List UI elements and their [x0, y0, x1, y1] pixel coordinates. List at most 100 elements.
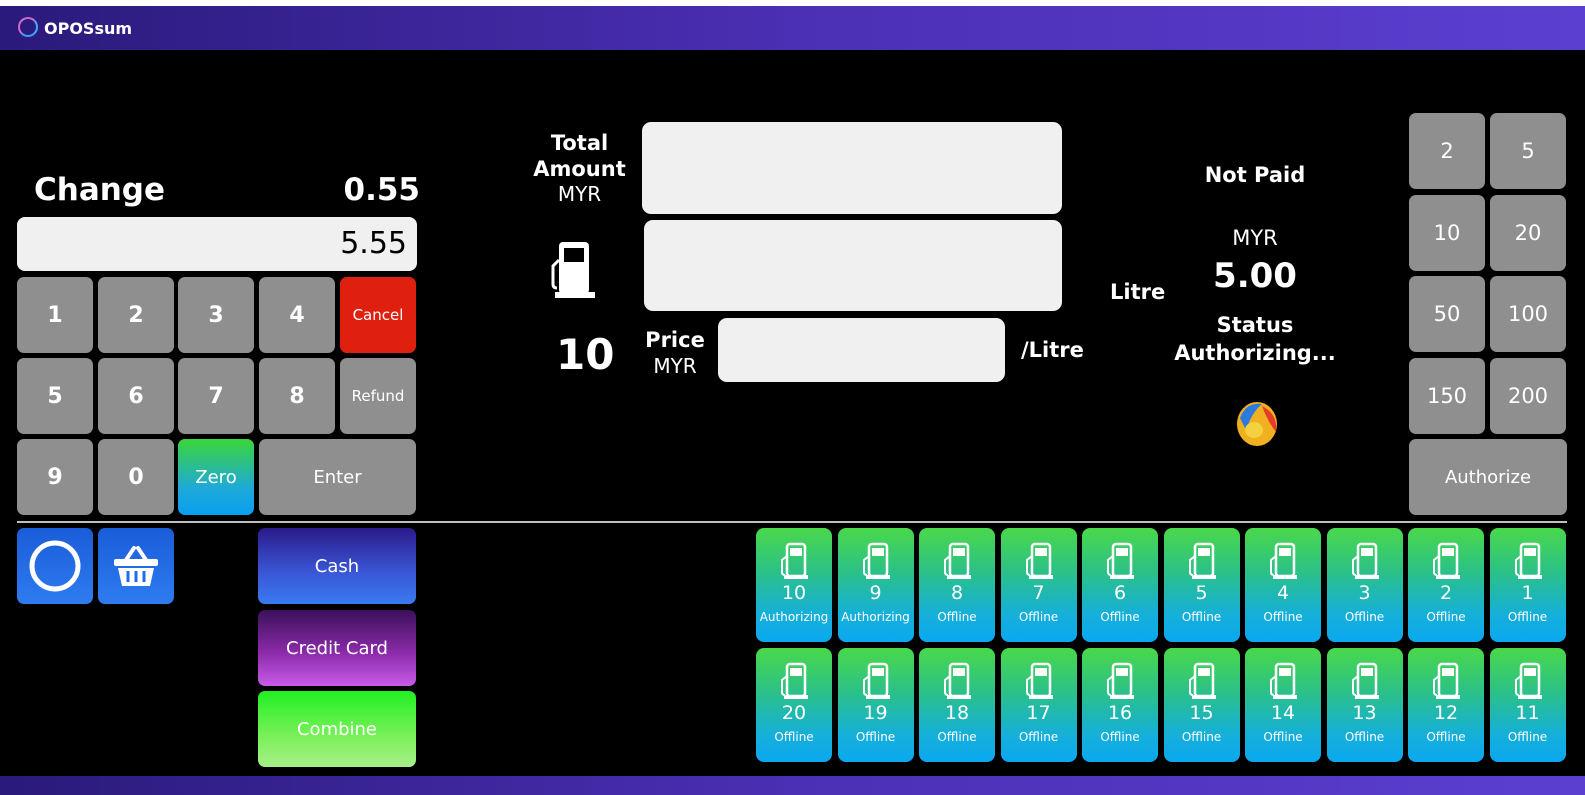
per-litre-label: /Litre — [1021, 338, 1084, 362]
key-0[interactable]: 0 — [98, 439, 174, 515]
status-value: Authorizing... — [1174, 341, 1336, 365]
quick-amount-5[interactable]: 5 — [1490, 113, 1566, 189]
key-7[interactable]: 7 — [178, 358, 254, 434]
pump-number: 3 — [1358, 582, 1371, 604]
fuel-pump-icon — [862, 662, 890, 699]
title-bar: OPOSsum — [0, 6, 1585, 50]
pump-tile[interactable]: 12 Offline — [1408, 648, 1484, 762]
basket-button[interactable] — [98, 528, 174, 604]
key-4[interactable]: 4 — [259, 277, 335, 353]
fuel-pump-icon — [1188, 662, 1216, 699]
pump-number: 2 — [1439, 582, 1453, 604]
pump-tile[interactable]: 8 Offline — [919, 528, 995, 642]
pump-tile[interactable]: 9 Authorizing — [837, 528, 914, 642]
litre-field[interactable] — [644, 220, 1062, 311]
total-label-line2: Amount — [533, 157, 626, 181]
key-8[interactable]: 8 — [259, 358, 335, 434]
pump-status: Offline — [1100, 730, 1140, 744]
quick-amount-100[interactable]: 100 — [1490, 276, 1566, 352]
circle-icon — [29, 540, 81, 592]
pump-tile[interactable]: 18 Offline — [919, 648, 995, 762]
fuel-pump-icon — [1107, 542, 1134, 579]
pump-status: Offline — [1507, 730, 1548, 744]
pump-tile[interactable]: 4 Offline — [1245, 528, 1321, 642]
zero-button[interactable]: Zero — [178, 439, 254, 515]
fuel-pump-icon — [1270, 542, 1297, 579]
litre-label: Litre — [1110, 280, 1166, 304]
pump-tile[interactable]: 13 Offline — [1326, 648, 1403, 762]
status-currency: MYR — [1232, 226, 1278, 250]
pump-status: Authorizing — [841, 610, 910, 624]
pos-screen: OPOSsum Change 0.55 5.55 1 2 3 4 Cancel … — [0, 0, 1585, 795]
pump-tile[interactable]: 16 Offline — [1082, 648, 1158, 762]
refund-button[interactable]: Refund — [340, 358, 416, 434]
pump-tile[interactable]: 6 Offline — [1082, 528, 1158, 642]
change-value: 0.55 — [343, 172, 421, 208]
quick-amount-10[interactable]: 10 — [1409, 195, 1485, 271]
pump-tile[interactable]: 17 Offline — [1000, 648, 1077, 762]
key-6[interactable]: 6 — [98, 358, 174, 434]
quick-amount-150[interactable]: 150 — [1409, 358, 1485, 434]
pump-status: Offline — [1263, 730, 1303, 744]
key-9[interactable]: 9 — [17, 439, 93, 515]
basket-icon — [114, 546, 158, 586]
price-label: Price — [645, 328, 705, 352]
authorize-button[interactable]: Authorize — [1409, 439, 1567, 515]
pump-number: 10 — [781, 582, 807, 604]
quick-amount-20[interactable]: 20 — [1490, 195, 1566, 271]
pump-tile[interactable]: 14 Offline — [1245, 648, 1321, 762]
pump-tile[interactable]: 10 Authorizing — [756, 528, 832, 642]
key-3[interactable]: 3 — [178, 277, 254, 353]
pump-number: 6 — [1113, 582, 1127, 604]
app-logo-icon — [18, 17, 38, 37]
circle-button[interactable] — [17, 528, 93, 604]
quick-amount-50[interactable]: 50 — [1409, 276, 1485, 352]
pump-tile[interactable]: 11 Offline — [1489, 648, 1566, 762]
pump-tile[interactable]: 19 Offline — [837, 648, 914, 762]
pump-status: Offline — [1344, 610, 1385, 624]
pump-number: 16 — [1107, 702, 1133, 724]
pump-number: 19 — [863, 702, 888, 724]
pump-number: 20 — [781, 702, 807, 724]
key-1[interactable]: 1 — [17, 277, 93, 353]
pump-status: Offline — [1018, 610, 1059, 624]
pump-tile[interactable]: 7 Offline — [1000, 528, 1077, 642]
total-currency: MYR — [557, 182, 602, 206]
key-5[interactable]: 5 — [17, 358, 93, 434]
cash-button[interactable]: Cash — [258, 528, 416, 604]
fuel-pump-icon — [1433, 662, 1460, 699]
quick-amount-200[interactable]: 200 — [1490, 358, 1566, 434]
pump-status: Offline — [1426, 610, 1466, 624]
total-amount-label: Total Amount — [527, 130, 632, 182]
pump-number: 18 — [944, 702, 970, 724]
pump-tile[interactable]: 15 Offline — [1163, 648, 1240, 762]
pump-tile[interactable]: 1 Offline — [1489, 528, 1566, 642]
fuel-pump-icon — [1107, 662, 1134, 699]
fuel-pump-icon — [862, 542, 890, 579]
pump-tile[interactable]: 3 Offline — [1326, 528, 1403, 642]
tendered-amount-display[interactable]: 5.55 — [17, 217, 417, 271]
fuel-pump-icon — [1025, 662, 1053, 699]
fuel-pump-icon — [1351, 542, 1379, 579]
fuel-pump-icon — [944, 662, 971, 699]
cancel-button[interactable]: Cancel — [340, 277, 416, 353]
pump-tile[interactable]: 5 Offline — [1163, 528, 1240, 642]
fuel-pump-icon — [551, 242, 595, 298]
pump-status: Offline — [1018, 730, 1059, 744]
combine-button[interactable]: Combine — [258, 691, 416, 767]
price-field[interactable] — [718, 318, 1005, 382]
pump-number: 9 — [869, 582, 882, 604]
credit-card-button[interactable]: Credit Card — [258, 610, 416, 686]
pump-tile[interactable]: 2 Offline — [1408, 528, 1484, 642]
pump-tile[interactable]: 20 Offline — [756, 648, 832, 762]
quick-amount-2[interactable]: 2 — [1409, 113, 1485, 189]
total-amount-field[interactable] — [642, 122, 1062, 214]
key-2[interactable]: 2 — [98, 277, 174, 353]
enter-button[interactable]: Enter — [259, 439, 416, 515]
bottom-bar — [0, 776, 1585, 795]
pump-number: 7 — [1032, 582, 1045, 604]
loading-spinner-icon — [1237, 402, 1277, 446]
fuel-pump-icon — [781, 662, 808, 699]
pump-number: 12 — [1433, 702, 1459, 724]
pump-number: 11 — [1515, 702, 1540, 724]
